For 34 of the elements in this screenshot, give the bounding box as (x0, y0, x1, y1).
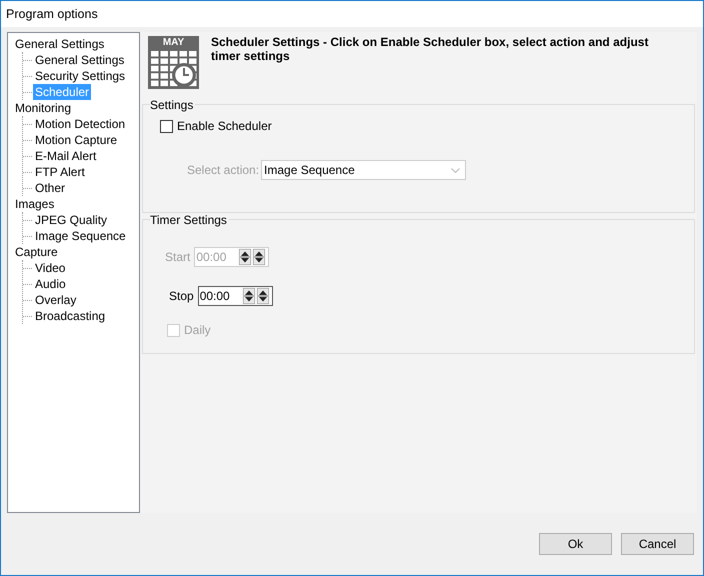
tree-item[interactable]: Images (13, 196, 56, 212)
tree-item[interactable]: Capture (13, 244, 60, 260)
tree-item[interactable]: Security Settings (33, 68, 128, 84)
dialog-button[interactable]: Ok (539, 533, 612, 555)
section-heading: Scheduler Settings - Click on Enable Scheduler box, select action and adjust timer settings (211, 35, 650, 65)
tree-item[interactable]: Image Sequence (33, 228, 128, 244)
tree-item[interactable]: JPEG Quality (33, 212, 110, 228)
checkbox[interactable] (160, 120, 173, 132)
tree-item[interactable]: Broadcasting (33, 308, 108, 324)
field-label: Stop (169, 289, 194, 303)
window-title: Program options (6, 7, 98, 21)
checkbox-label: Enable Scheduler (177, 119, 272, 133)
tree-item[interactable]: Overlay (33, 292, 78, 308)
dialog-button[interactable]: Cancel (621, 533, 694, 555)
tree-item[interactable]: Motion Capture (33, 132, 120, 148)
caret-icon (451, 168, 460, 172)
calendar-icon: MAY (148, 36, 199, 89)
tree-item[interactable]: Other (33, 180, 68, 196)
field-label: Select action: (187, 163, 260, 177)
tree-item[interactable]: Audio (33, 276, 68, 292)
tree-item[interactable]: Motion Detection (33, 116, 128, 132)
field-label: Start (165, 250, 190, 264)
time-field[interactable]: 00:00 (198, 286, 273, 306)
group-title: Settings (150, 98, 196, 112)
spin-button[interactable] (256, 288, 269, 304)
tree-item[interactable]: Video (33, 260, 68, 276)
tree-item[interactable]: E-Mail Alert (33, 148, 98, 164)
spin-button[interactable] (242, 288, 255, 304)
tree-item[interactable]: Monitoring (13, 100, 74, 116)
tree-item[interactable]: General Settings (13, 36, 106, 52)
group-title: Timer Settings (150, 213, 229, 227)
checkbox-label: Daily (184, 323, 211, 337)
tree-item[interactable]: General Settings (33, 52, 126, 68)
tree-item[interactable]: FTP Alert (33, 164, 87, 180)
